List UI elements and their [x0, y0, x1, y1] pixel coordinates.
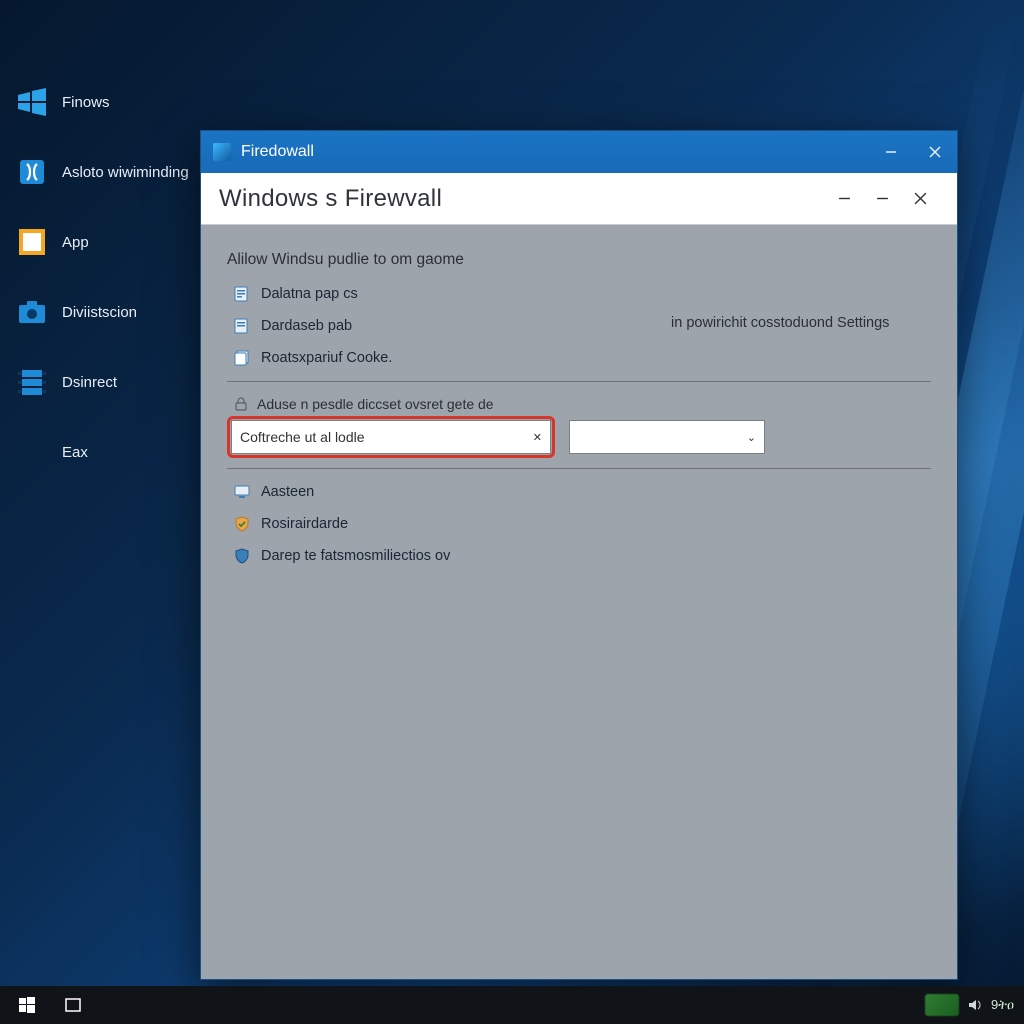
link-label: Roatsxpariuf Cooke. [261, 350, 392, 366]
shortcut-label: Eax [62, 444, 88, 461]
chevron-down-icon: ⌄ [747, 431, 756, 444]
task-view-button[interactable] [52, 986, 94, 1024]
link-restore-defaults[interactable]: Rosirairdarde [233, 515, 931, 533]
system-tray[interactable]: 9ትዐ [925, 994, 1024, 1016]
window-body: Alilow Windsu pudlie to om gaome in powi… [201, 225, 957, 979]
link-label: Dalatna pap cs [261, 286, 358, 302]
page-header: Windows s Firewvall [201, 173, 957, 225]
shortcut-label: Finows [62, 94, 110, 111]
shortcut-label: Dsinrect [62, 374, 117, 391]
chevron-down-icon: ✕ [533, 431, 542, 444]
volume-icon[interactable] [967, 997, 983, 1013]
start-button[interactable] [6, 986, 48, 1024]
window-title: Firedowall [241, 143, 314, 161]
mode-dropdown[interactable]: Coftreche ut al lodle ✕ [231, 420, 551, 454]
header-close-button[interactable] [901, 180, 939, 218]
app-icon [213, 143, 231, 161]
blank-icon [16, 436, 48, 468]
header-minimize-button-2[interactable] [863, 180, 901, 218]
desktop-shortcut-eax[interactable]: Eax [16, 436, 189, 468]
header-minimize-button[interactable] [825, 180, 863, 218]
tray-clock[interactable]: 9ትዐ [991, 997, 1014, 1013]
separator [227, 381, 931, 382]
lock-icon [233, 396, 249, 412]
link-restore-cookie[interactable]: Roatsxpariuf Cooke. [233, 349, 931, 367]
settings-label: in powirichit cosstoduond Settings [671, 315, 889, 331]
pages-icon [233, 349, 251, 367]
camera-icon [16, 296, 48, 328]
page-title: Windows s Firewvall [219, 185, 825, 213]
combo-label: Aduse n pesdle diccset ovsret gete de [257, 396, 494, 412]
desktop-shortcut-app[interactable]: App [16, 226, 189, 258]
page-icon [233, 285, 251, 303]
link-label: Rosirairdarde [261, 516, 348, 532]
desktop-shortcut-division[interactable]: Diviistscion [16, 296, 189, 328]
tray-app-icon[interactable] [925, 994, 959, 1016]
link-label: Aasteen [261, 484, 314, 500]
desktop-shortcut-finows[interactable]: Finows [16, 86, 189, 118]
window-titlebar[interactable]: Firedowall [201, 131, 957, 173]
close-button[interactable] [913, 131, 957, 173]
desktop-shortcuts: Finows Asloto wiwiminding App Diviistsci… [16, 86, 189, 468]
separator [227, 468, 931, 469]
app-tile-icon [16, 226, 48, 258]
firewall-window: Firedowall Windows s Firewvall Alilow Wi… [200, 130, 958, 980]
secondary-dropdown[interactable]: ⌄ [569, 420, 765, 454]
monitor-icon [233, 483, 251, 501]
shortcut-label: App [62, 234, 89, 251]
section-title: Alilow Windsu pudlie to om gaome [227, 251, 931, 269]
taskbar: 9ትዐ [0, 986, 1024, 1024]
page-icon [233, 317, 251, 335]
minimize-button[interactable] [869, 131, 913, 173]
desktop-shortcut-dsinrect[interactable]: Dsinrect [16, 366, 189, 398]
shield-icon [233, 547, 251, 565]
link-label: Darep te fatsmosmiliectios ov [261, 548, 450, 564]
combo-value: Coftreche ut al lodle [240, 429, 365, 445]
shortcut-label: Asloto wiwiminding [62, 164, 189, 181]
link-default-apps[interactable]: Dalatna pap cs [233, 285, 931, 303]
shortcut-label: Diviistscion [62, 304, 137, 321]
link-aasteen[interactable]: Aasteen [233, 483, 931, 501]
link-advanced[interactable]: Darep te fatsmosmiliectios ov [233, 547, 931, 565]
combo-label-row: Aduse n pesdle diccset ovsret gete de [233, 396, 931, 412]
highlight-box: Coftreche ut al lodle ✕ [227, 416, 555, 458]
desktop-shortcut-asloto[interactable]: Asloto wiwiminding [16, 156, 189, 188]
combo-row: Coftreche ut al lodle ✕ ⌄ [227, 416, 931, 458]
link-label: Dardaseb pab [261, 318, 352, 334]
windows-logo-icon [16, 86, 48, 118]
ribbon-icon [16, 156, 48, 188]
shield-check-icon [233, 515, 251, 533]
server-icon [16, 366, 48, 398]
